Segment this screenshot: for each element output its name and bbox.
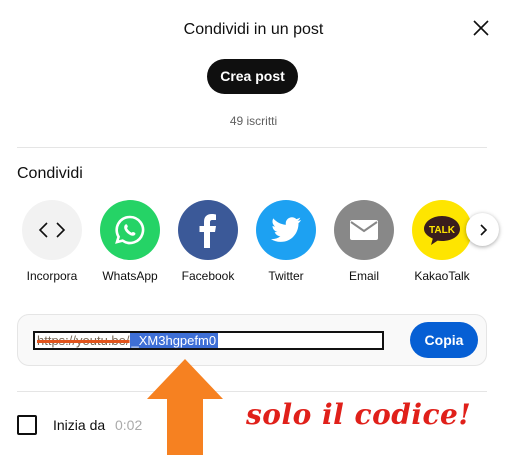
url-prefix: https://youtu.be/ — [37, 333, 130, 348]
share-embed-button[interactable]: Incorpora — [17, 200, 87, 283]
subscriber-count: 49 iscritti — [229, 114, 278, 128]
share-twitter-button[interactable]: Twitter — [251, 200, 321, 283]
create-post-button[interactable]: Crea post — [207, 59, 298, 94]
divider-bottom — [17, 391, 487, 392]
share-whatsapp-button[interactable]: WhatsApp — [95, 200, 165, 283]
twitter-icon — [256, 200, 316, 260]
share-facebook-label: Facebook — [181, 269, 235, 283]
share-next-button[interactable] — [466, 213, 499, 246]
share-email-button[interactable]: Email — [329, 200, 399, 283]
start-at-label: Inizia da — [53, 417, 106, 433]
whatsapp-icon — [100, 200, 160, 260]
facebook-icon — [178, 200, 238, 260]
svg-text:TALK: TALK — [429, 225, 456, 236]
kakaotalk-icon: TALK — [412, 200, 472, 260]
video-code: _XM3hgpefm0 — [129, 333, 219, 348]
copy-button[interactable]: Copia — [410, 322, 478, 358]
annotation-text: solo il codice! — [246, 398, 472, 431]
email-icon — [334, 200, 394, 260]
share-twitter-label: Twitter — [268, 269, 304, 283]
divider-top — [17, 147, 487, 148]
share-kakaotalk-label: KakaoTalk — [414, 269, 470, 283]
share-url-field[interactable]: https://youtu.be/_XM3hgpefm0 — [33, 331, 384, 350]
annotation-arrow-icon — [147, 359, 223, 455]
close-button[interactable] — [470, 17, 492, 39]
chevron-right-icon — [479, 223, 487, 236]
share-kakaotalk-button[interactable]: TALK KakaoTalk — [407, 200, 477, 283]
close-icon — [473, 20, 489, 36]
share-embed-label: Incorpora — [26, 269, 78, 283]
embed-code-icon — [22, 200, 82, 260]
share-facebook-button[interactable]: Facebook — [173, 200, 243, 283]
share-whatsapp-label: WhatsApp — [102, 269, 158, 283]
start-at-time: 0:02 — [115, 417, 143, 433]
share-email-label: Email — [348, 269, 379, 283]
share-section-label: Condividi — [17, 165, 83, 182]
dialog-title: Condividi in un post — [183, 21, 324, 38]
start-at-checkbox[interactable] — [17, 415, 37, 435]
